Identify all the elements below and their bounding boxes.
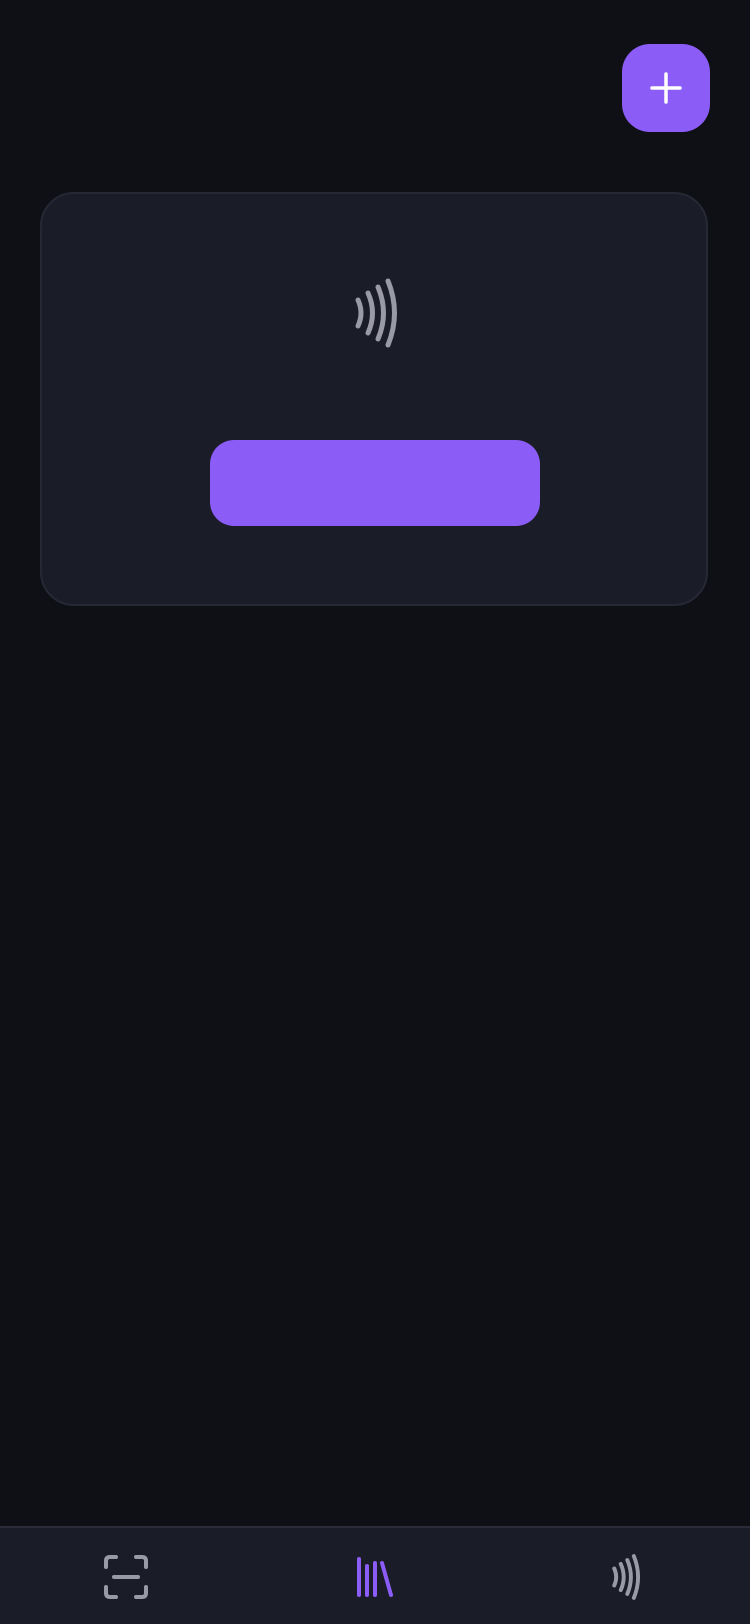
nfc-waves-icon [612, 1554, 641, 1600]
plus-icon [650, 72, 682, 104]
empty-state-card [40, 192, 708, 606]
nav-item-nfc[interactable] [586, 1542, 666, 1612]
nfc-waves-icon [355, 278, 397, 348]
primary-action-button[interactable] [210, 440, 540, 526]
nav-item-scan[interactable] [86, 1542, 166, 1612]
app-screen [0, 0, 750, 1624]
bottom-navigation [0, 1526, 750, 1624]
library-icon [357, 1557, 393, 1597]
scan-frame-icon [104, 1555, 148, 1599]
add-button[interactable] [622, 44, 710, 132]
nav-item-library[interactable] [335, 1542, 415, 1612]
